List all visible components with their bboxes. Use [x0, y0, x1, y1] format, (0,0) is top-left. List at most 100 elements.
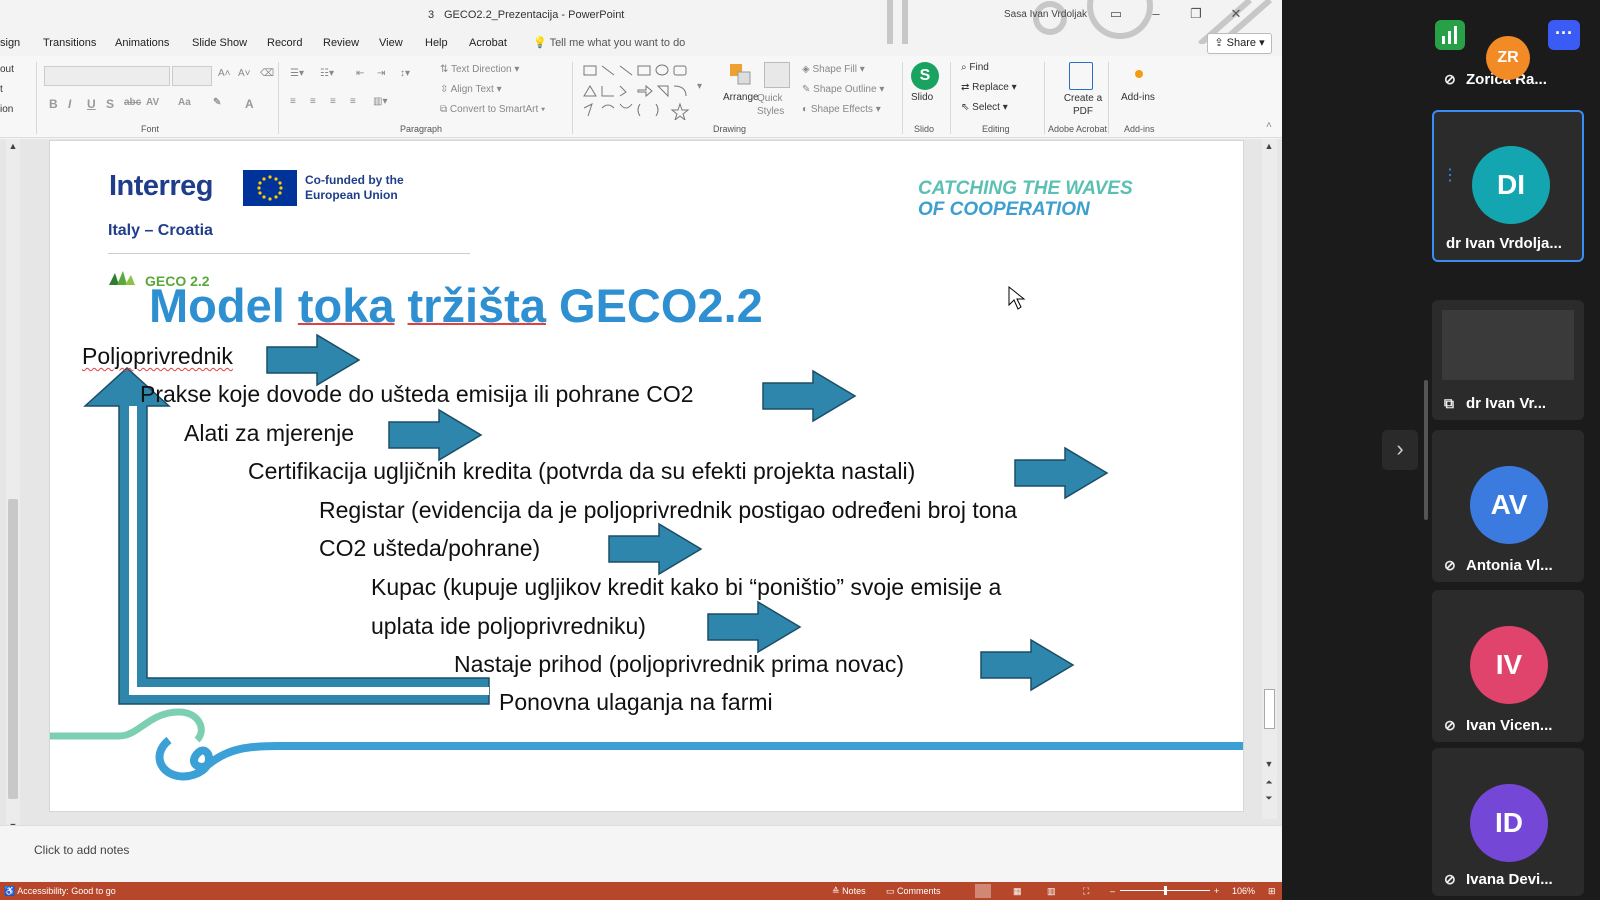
- flow-step-6-cont[interactable]: uplata ide poljoprivredniku): [371, 613, 646, 640]
- zoom-slider-thumb[interactable]: [1164, 886, 1167, 895]
- tab-acrobat[interactable]: Acrobat: [469, 37, 507, 49]
- replace-button[interactable]: ⇄ Replace ▾: [961, 82, 1017, 93]
- change-case-icon[interactable]: Aa: [178, 97, 191, 108]
- convert-smartart-button[interactable]: ⧉ Convert to SmartArt ▾: [440, 104, 545, 115]
- signed-in-user[interactable]: Sasa Ivan Vrdoljak: [1004, 9, 1087, 20]
- participant-tile[interactable]: AV ⊘ Antonia Vl...: [1432, 430, 1584, 582]
- section-cut-item[interactable]: ion: [0, 104, 13, 115]
- shadow-icon[interactable]: S: [106, 97, 114, 111]
- indent-decrease-icon[interactable]: ⇤: [356, 68, 364, 79]
- font-color-icon[interactable]: A: [245, 97, 254, 111]
- tab-design[interactable]: sign: [0, 37, 20, 49]
- notes-pane[interactable]: Click to add notes: [0, 825, 1282, 881]
- scroll-thumb[interactable]: [1264, 689, 1275, 729]
- notes-toggle[interactable]: ≙ Notes: [832, 886, 866, 897]
- slide-scrollbar[interactable]: ▲ ▼ ⏶ ⏷: [1262, 139, 1277, 819]
- comments-toggle[interactable]: ▭ Comments: [886, 886, 941, 897]
- shrink-font-icon[interactable]: A˅: [238, 68, 251, 79]
- line-spacing-icon[interactable]: ↕▾: [400, 68, 410, 79]
- shape-outline-button[interactable]: ✎ Shape Outline ▾: [802, 84, 884, 95]
- text-direction-button[interactable]: ⇅ Text Direction ▾: [440, 64, 519, 75]
- participant-tile[interactable]: IV ⊘ Ivan Vicen...: [1432, 590, 1584, 742]
- numbering-icon[interactable]: ☷▾: [320, 68, 334, 79]
- fit-slide-icon[interactable]: ⊞: [1268, 886, 1276, 897]
- flow-step-8[interactable]: Ponovna ulaganja na farmi: [499, 689, 773, 716]
- flow-step-6[interactable]: Kupac (kupuje ugljikov kredit kako bi “p…: [371, 574, 1001, 601]
- slide-canvas[interactable]: Interreg Co-funded by the European Union…: [49, 140, 1244, 812]
- participant-tile[interactable]: ID ⊘ Ivana Devi...: [1432, 748, 1584, 896]
- shapes-more-icon[interactable]: ▾: [697, 81, 702, 92]
- zoom-level[interactable]: 106%: [1232, 886, 1255, 896]
- flow-step-1[interactable]: Poljoprivrednik: [82, 343, 233, 370]
- scroll-up-icon[interactable]: ▲: [1262, 139, 1276, 153]
- minimize-button[interactable]: –: [1147, 6, 1165, 22]
- reset-cut-item[interactable]: t: [0, 84, 3, 95]
- scroll-up-icon[interactable]: ▲: [6, 139, 20, 153]
- collapse-panel-button[interactable]: ›: [1382, 430, 1418, 470]
- arrange-button[interactable]: Arrange: [723, 92, 759, 103]
- drag-handle-icon[interactable]: ⋮: [1442, 168, 1458, 184]
- shapes-gallery[interactable]: [582, 64, 692, 122]
- tab-record[interactable]: Record: [267, 37, 302, 49]
- prev-slide-icon[interactable]: ⏶: [1262, 775, 1276, 789]
- participant-tile[interactable]: ⧉ dr Ivan Vr...: [1432, 300, 1584, 420]
- tab-animations[interactable]: Animations: [115, 37, 169, 49]
- slide-title[interactable]: Model toka tržišta GECO2.2: [149, 278, 763, 333]
- find-button[interactable]: ⌕ Find: [961, 62, 989, 73]
- flow-step-5[interactable]: Registar (evidencija da je poljoprivredn…: [319, 497, 1017, 524]
- italic-icon[interactable]: I: [68, 97, 71, 111]
- participant-tile[interactable]: ⋮ DI dr Ivan Vrdolja...: [1432, 110, 1584, 262]
- grow-font-icon[interactable]: A˄: [218, 68, 231, 79]
- tab-review[interactable]: Review: [323, 37, 359, 49]
- underline-icon[interactable]: U: [87, 97, 96, 111]
- accessibility-status[interactable]: ♿ Accessibility: Good to go: [4, 886, 116, 897]
- panel-resize-handle[interactable]: [1424, 380, 1428, 520]
- align-text-button[interactable]: ⇳ Align Text ▾: [440, 84, 502, 95]
- tab-slide-show[interactable]: Slide Show: [192, 37, 247, 49]
- shape-effects-button[interactable]: ◐ Shape Effects ▾: [802, 104, 881, 115]
- columns-icon[interactable]: ▥▾: [373, 96, 387, 107]
- share-button[interactable]: ⇪ Share ▾: [1207, 33, 1272, 54]
- tab-view[interactable]: View: [379, 37, 403, 49]
- strikethrough-icon[interactable]: abc: [124, 97, 141, 108]
- ribbon-display-icon[interactable]: ▭: [1107, 6, 1125, 22]
- align-left-icon[interactable]: ≡: [290, 96, 296, 107]
- bold-icon[interactable]: B: [49, 97, 58, 111]
- reading-view-icon[interactable]: ▥: [1047, 886, 1056, 897]
- add-ins-button[interactable]: Add-ins: [1121, 92, 1155, 103]
- clear-format-icon[interactable]: ⌫: [260, 68, 274, 79]
- align-right-icon[interactable]: ≡: [330, 96, 336, 107]
- flow-step-5-cont[interactable]: CO2 ušteda/pohrane): [319, 535, 540, 562]
- tab-help[interactable]: Help: [425, 37, 448, 49]
- collapse-ribbon-icon[interactable]: ˄: [1266, 120, 1272, 131]
- scroll-down-icon[interactable]: ▼: [1262, 757, 1276, 771]
- more-options-icon[interactable]: ···: [1548, 20, 1580, 50]
- slide-sorter-icon[interactable]: ▦: [1013, 886, 1022, 897]
- align-center-icon[interactable]: ≡: [310, 96, 316, 107]
- tell-me-search[interactable]: 💡 Tell me what you want to do: [533, 36, 685, 49]
- next-slide-icon[interactable]: ⏷: [1262, 791, 1276, 805]
- slideshow-view-icon[interactable]: ⛶: [1083, 886, 1089, 897]
- select-button[interactable]: ⇖ Select ▾: [961, 102, 1008, 113]
- scroll-thumb[interactable]: [8, 499, 18, 799]
- slido-icon[interactable]: S: [911, 62, 939, 90]
- shape-fill-button[interactable]: ◈ Shape Fill ▾: [802, 64, 865, 75]
- zoom-out-icon[interactable]: –: [1110, 886, 1115, 896]
- create-pdf-button[interactable]: Create a PDF: [1063, 92, 1103, 118]
- tab-transitions[interactable]: Transitions: [43, 37, 96, 49]
- char-spacing-icon[interactable]: AV: [146, 97, 159, 108]
- quick-styles-button[interactable]: Quick Styles: [757, 92, 807, 118]
- highlight-icon[interactable]: ✎: [213, 97, 221, 108]
- flow-step-3[interactable]: Alati za mjerenje: [184, 420, 354, 447]
- justify-icon[interactable]: ≡: [350, 96, 356, 107]
- normal-view-icon[interactable]: [975, 884, 991, 898]
- font-size-field[interactable]: [172, 66, 212, 86]
- layout-cut-item[interactable]: out: [0, 64, 14, 75]
- zoom-in-icon[interactable]: +: [1214, 886, 1219, 896]
- flow-step-2[interactable]: Prakse koje dovode do ušteda emisija ili…: [140, 381, 694, 408]
- font-name-field[interactable]: [44, 66, 170, 86]
- indent-increase-icon[interactable]: ⇥: [377, 68, 385, 79]
- flow-step-4[interactable]: Certifikacija ugljičnih kredita (potvrda…: [248, 458, 915, 485]
- close-button[interactable]: ✕: [1227, 6, 1245, 22]
- thumbnail-scrollbar[interactable]: ▲ ▼: [6, 139, 20, 841]
